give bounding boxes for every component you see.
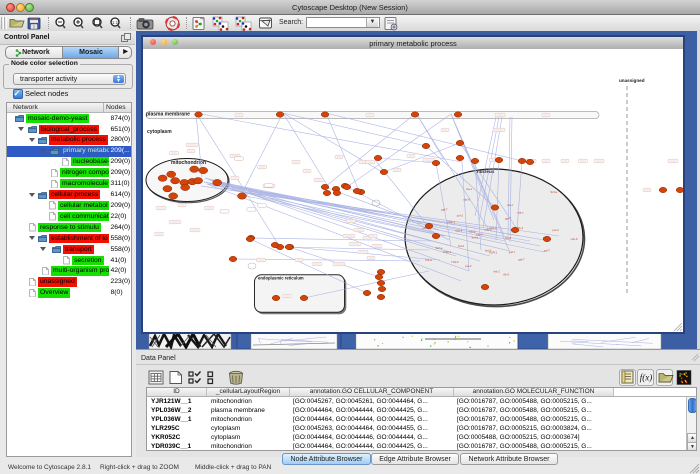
svg-text:rna-c: rna-c xyxy=(466,187,473,191)
svg-text:hst-2: hst-2 xyxy=(505,236,512,240)
svg-text:gal-7: gal-7 xyxy=(544,249,551,253)
svg-text:hst-2: hst-2 xyxy=(458,244,465,248)
svg-text:1:1: 1:1 xyxy=(112,20,119,25)
svg-text:gal-7: gal-7 xyxy=(518,257,525,261)
svg-text:cdc-9: cdc-9 xyxy=(455,229,462,233)
svg-text:cdc-9: cdc-9 xyxy=(463,197,470,201)
svg-text:YDR-1: YDR-1 xyxy=(443,250,452,254)
svg-text:unassigned: unassigned xyxy=(619,78,645,83)
svg-text:YDR-1: YDR-1 xyxy=(447,220,456,224)
svg-text:YLR-b: YLR-b xyxy=(451,260,459,264)
svg-text:gal-7: gal-7 xyxy=(509,250,516,254)
svg-text:plasma membrane: plasma membrane xyxy=(146,112,190,118)
svg-text:gal-7: gal-7 xyxy=(441,208,448,212)
svg-text:YLR-b: YLR-b xyxy=(489,226,497,230)
svg-text:Snf-a: Snf-a xyxy=(471,236,478,240)
svg-text:pol-2: pol-2 xyxy=(465,264,472,268)
svg-text:YDR-1: YDR-1 xyxy=(489,251,498,255)
svg-text:cytoplasm: cytoplasm xyxy=(147,129,172,135)
svg-text:gal-7: gal-7 xyxy=(505,216,512,220)
svg-text:pol-2: pol-2 xyxy=(457,213,464,217)
svg-text:tfb-3: tfb-3 xyxy=(503,273,509,277)
svg-text:Snf-a: Snf-a xyxy=(425,258,432,262)
svg-text:cdc-9: cdc-9 xyxy=(571,237,578,241)
svg-text:rna-c: rna-c xyxy=(507,203,514,207)
svg-text:Snf-a: Snf-a xyxy=(436,246,443,250)
svg-text:endoplasmic reticulum: endoplasmic reticulum xyxy=(258,276,304,281)
svg-text:Snf-a: Snf-a xyxy=(550,190,557,194)
svg-text:pol-2: pol-2 xyxy=(552,228,559,232)
svg-text:f(x): f(x) xyxy=(640,373,653,383)
svg-text:hst-2: hst-2 xyxy=(494,270,501,274)
svg-text:rna-c: rna-c xyxy=(517,211,524,215)
